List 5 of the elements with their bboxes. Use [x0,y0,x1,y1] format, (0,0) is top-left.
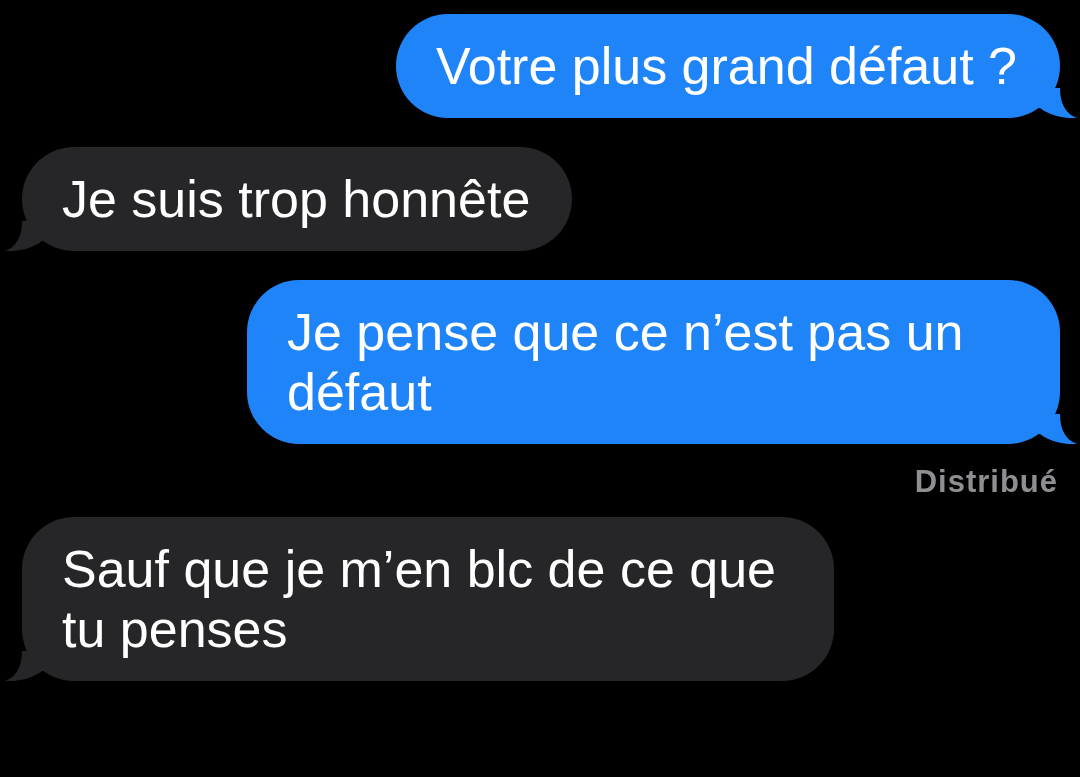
received-message-bubble: Je suis trop honnête [5,147,573,251]
sent-message-bubble: Je pense que ce n’est pas un défaut [247,280,1077,444]
delivery-status: Distribué [914,464,1058,500]
received-message-bubble: Sauf que je m’en blc de ce que tu penses [5,517,834,681]
sent-message-bubble: Votre plus grand défaut ? [395,14,1077,118]
